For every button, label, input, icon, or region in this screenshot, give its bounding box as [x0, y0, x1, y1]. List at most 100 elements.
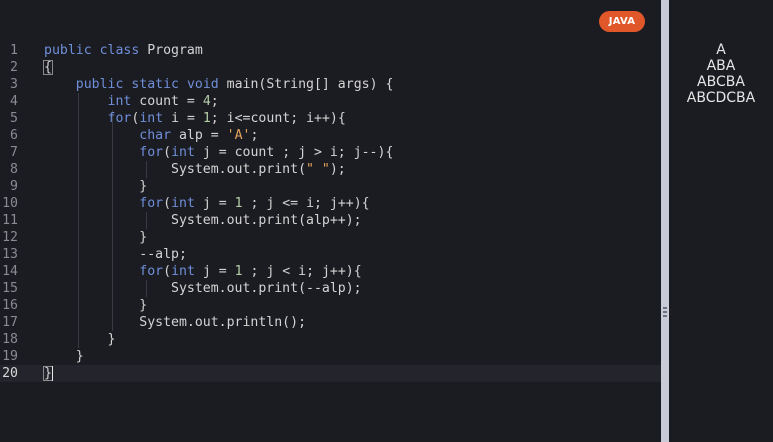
code-line[interactable]: 2{ — [0, 59, 661, 76]
panel-divider[interactable] — [661, 0, 669, 442]
code-text: int count = 4; — [44, 93, 219, 110]
code-token: class — [99, 43, 140, 58]
code-token: ; j < i; j++){ — [242, 264, 362, 279]
code-token: System.out.println(); — [44, 315, 307, 330]
code-line[interactable]: 11 System.out.print(alp++); — [0, 212, 661, 229]
code-line[interactable]: 4 int count = 4; — [0, 93, 661, 110]
line-number: 14 — [2, 264, 18, 279]
output-line: ABCBA — [697, 74, 745, 90]
line-number: 19 — [2, 349, 18, 364]
code-token: ); — [329, 162, 346, 177]
code-line[interactable]: 14 for(int j = 1 ; j < i; j++){ — [0, 263, 661, 280]
code-token: int — [139, 111, 164, 126]
code-line[interactable]: 3 public static void main(String[] args)… — [0, 76, 661, 93]
code-token: ; i<=count; i++){ — [210, 111, 346, 126]
line-number: 3 — [10, 77, 18, 92]
code-line[interactable]: 1 public class Program — [0, 42, 661, 59]
code-token: ; j <= i; j++){ — [242, 196, 370, 211]
code-text: public static void main(String[] args) { — [44, 76, 394, 93]
line-number: 11 — [2, 213, 18, 228]
code-text: System.out.print(" "); — [44, 161, 346, 178]
code-line[interactable]: 9 } — [0, 178, 661, 195]
code-token: static — [131, 77, 179, 92]
code-token: 1 — [202, 111, 211, 126]
line-number: 5 — [10, 111, 18, 126]
code-token: ( — [163, 145, 172, 160]
output-line: ABCDCBA — [686, 90, 756, 106]
line-number: 17 — [2, 315, 18, 330]
code-text: } — [44, 348, 84, 365]
code-line[interactable]: 12 } — [0, 229, 661, 246]
line-number: 10 — [2, 196, 18, 211]
code-line[interactable]: 8 System.out.print(" "); — [0, 161, 661, 178]
code-text: System.out.print(--alp); — [44, 280, 362, 297]
code-editor[interactable]: JAVA 1 public class Program 2{3 public sta… — [0, 0, 661, 442]
line-number: 18 — [2, 332, 18, 347]
bracket-match-highlight — [43, 60, 53, 75]
code-token: i = — [163, 111, 203, 126]
output-lines: A ABA ABCBA ABCDCBA — [669, 42, 773, 106]
output-line: A — [716, 42, 726, 58]
code-line[interactable]: 7 for(int j = count ; j > i; j--){ — [0, 144, 661, 161]
code-text: for(int j = 1 ; j < i; j++){ — [44, 263, 362, 280]
code-token: Program — [139, 43, 203, 58]
code-token: ; — [210, 94, 219, 109]
code-line[interactable]: 5 for(int i = 1; i<=count; i++){ — [0, 110, 661, 127]
code-token: 1 — [234, 264, 243, 279]
code-token: System.out.print( — [44, 162, 307, 177]
line-number: 8 — [10, 162, 18, 177]
output-line: ABA — [706, 58, 736, 74]
language-badge[interactable]: JAVA — [599, 11, 645, 32]
code-token: main(String[] args) { — [218, 77, 394, 92]
code-line[interactable]: 15 System.out.print(--alp); — [0, 280, 661, 297]
code-line[interactable]: 13 --alp; — [0, 246, 661, 263]
code-token: } — [44, 298, 148, 313]
code-token: --alp; — [44, 247, 187, 262]
line-number: 1 — [10, 43, 18, 58]
code-token: " " — [306, 162, 330, 177]
code-line[interactable]: 6 char alp = 'A'; — [0, 127, 661, 144]
code-line[interactable]: 10 for(int j = 1 ; j <= i; j++){ — [0, 195, 661, 212]
drag-handle-icon[interactable] — [663, 307, 667, 317]
code-token: alp = — [171, 128, 227, 143]
line-number: 16 — [2, 298, 18, 313]
code-text: } — [44, 297, 147, 314]
code-text: for(int i = 1; i<=count; i++){ — [44, 110, 346, 127]
code-token: System.out.print(--alp); — [44, 281, 362, 296]
code-line[interactable]: 19 } — [0, 348, 661, 365]
code-text: } — [44, 229, 147, 246]
code-token: } — [44, 179, 148, 194]
code-text: for(int j = 1 ; j <= i; j++){ — [44, 195, 370, 212]
code-text: System.out.println(); — [44, 314, 306, 331]
code-token: ( — [163, 196, 172, 211]
code-text: for(int j = count ; j > i; j--){ — [44, 144, 393, 161]
code-token: for — [139, 145, 164, 160]
line-number: 12 — [2, 230, 18, 245]
output-panel: A ABA ABCBA ABCDCBA — [669, 0, 773, 442]
code-token: int — [171, 145, 195, 160]
code-text: System.out.print(alp++); — [44, 212, 362, 229]
code-token: ; — [250, 128, 259, 143]
code-line[interactable]: 16 } — [0, 297, 661, 314]
code-token: j = — [194, 264, 235, 279]
code-line[interactable]: 17 System.out.println(); — [0, 314, 661, 331]
code-token: ( — [163, 264, 172, 279]
code-token: int — [107, 94, 132, 109]
code-text: public class Program — [44, 42, 203, 59]
code-line[interactable]: 20} — [0, 365, 661, 382]
line-number: 7 — [10, 145, 18, 160]
code-token: for — [107, 111, 132, 126]
code-token: void — [186, 77, 219, 92]
code-token: } — [44, 230, 148, 245]
code-text: char alp = 'A'; — [44, 127, 258, 144]
code-line[interactable]: 18 } — [0, 331, 661, 348]
code-token: int — [171, 264, 195, 279]
code-area[interactable]: 1 public class Program 2{3 public static v… — [0, 42, 661, 382]
code-token: for — [139, 196, 164, 211]
code-text: --alp; — [44, 246, 187, 263]
